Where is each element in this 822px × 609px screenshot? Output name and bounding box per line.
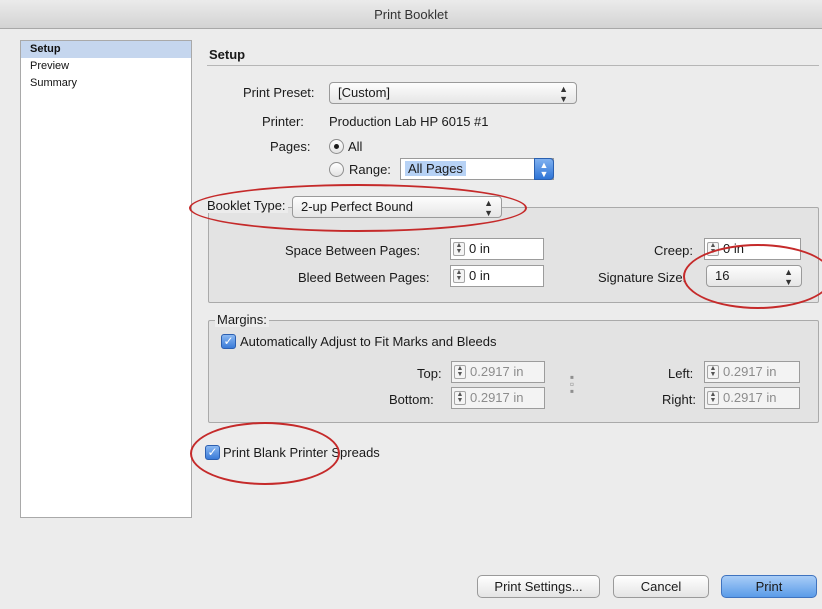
left-margin-value: 0.2917 in <box>723 364 777 379</box>
margins-label: Margins: <box>215 312 269 327</box>
sidebar-item-preview[interactable]: Preview <box>21 58 191 75</box>
signature-size-label: Signature Size: <box>598 270 687 285</box>
pages-range-combo[interactable]: All Pages ▲ ▼ <box>400 158 554 180</box>
top-margin-label: Top: <box>417 366 442 381</box>
sidebar-item-setup[interactable]: Setup <box>21 41 191 58</box>
right-margin-label: Right: <box>662 392 696 407</box>
bleed-between-label: Bleed Between Pages: <box>298 270 430 285</box>
space-between-field[interactable]: ▲ ▼ 0 in <box>450 238 544 260</box>
stepper-icon[interactable]: ▲ ▼ <box>454 391 466 405</box>
window-title: Print Booklet <box>374 7 448 22</box>
top-margin-value: 0.2917 in <box>470 364 524 379</box>
annotation-ellipse-blank-spreads <box>190 422 340 485</box>
auto-adjust-checkbox[interactable]: ✓ <box>221 334 236 349</box>
space-between-label: Space Between Pages: <box>285 243 421 258</box>
printer-value: Production Lab HP 6015 #1 <box>329 114 489 129</box>
pages-range-radio[interactable] <box>329 162 344 177</box>
print-preset-label: Print Preset: <box>243 85 315 100</box>
print-preset-value: [Custom] <box>338 85 391 100</box>
annotation-ellipse-signature-size <box>683 244 822 309</box>
creep-label: Creep: <box>654 243 694 258</box>
section-title: Setup <box>209 47 246 62</box>
right-margin-value: 0.2917 in <box>723 390 777 405</box>
bleed-between-value: 0 in <box>469 268 490 283</box>
sidebar-item-summary[interactable]: Summary <box>21 75 191 92</box>
bottom-margin-field[interactable]: ▲ ▼ 0.2917 in <box>451 387 545 409</box>
bottom-margin-label: Bottom: <box>389 392 434 407</box>
pages-all-label: All <box>348 139 363 154</box>
pages-all-radio[interactable] <box>329 139 344 154</box>
chain-link-icon[interactable]: ▪ ▫ ▪ <box>566 371 578 397</box>
space-between-value: 0 in <box>469 241 490 256</box>
stepper-icon[interactable]: ▲ ▼ <box>454 365 466 379</box>
top-margin-field[interactable]: ▲ ▼ 0.2917 in <box>451 361 545 383</box>
updown-arrows-icon[interactable]: ▲ ▼ <box>534 158 554 180</box>
updown-arrows-icon: ▲ ▼ <box>559 84 568 104</box>
bottom-margin-value: 0.2917 in <box>470 390 524 405</box>
left-margin-field[interactable]: ▲ ▼ 0.2917 in <box>704 361 800 383</box>
auto-adjust-label: Automatically Adjust to Fit Marks and Bl… <box>240 334 497 349</box>
print-preset-select[interactable]: [Custom] ▲ ▼ <box>329 82 577 104</box>
cancel-button[interactable]: Cancel <box>613 575 709 598</box>
pages-range-label: Range: <box>349 162 391 177</box>
stepper-icon[interactable]: ▲ ▼ <box>707 391 719 405</box>
stepper-icon[interactable]: ▲ ▼ <box>453 269 465 283</box>
bleed-between-field[interactable]: ▲ ▼ 0 in <box>450 265 544 287</box>
window-title-bar: Print Booklet <box>0 0 822 29</box>
stepper-icon[interactable]: ▲ ▼ <box>453 242 465 256</box>
print-button[interactable]: Print <box>721 575 817 598</box>
pages-label: Pages: <box>270 139 311 154</box>
pages-range-value: All Pages <box>405 161 466 176</box>
sidebar: Setup Preview Summary <box>20 40 192 518</box>
print-settings-button[interactable]: Print Settings... <box>477 575 600 598</box>
section-divider <box>207 65 819 66</box>
annotation-ellipse-booklet-type <box>189 184 527 232</box>
printer-label: Printer: <box>262 114 304 129</box>
right-margin-field[interactable]: ▲ ▼ 0.2917 in <box>704 387 800 409</box>
left-margin-label: Left: <box>668 366 694 381</box>
stepper-icon[interactable]: ▲ ▼ <box>707 365 719 379</box>
